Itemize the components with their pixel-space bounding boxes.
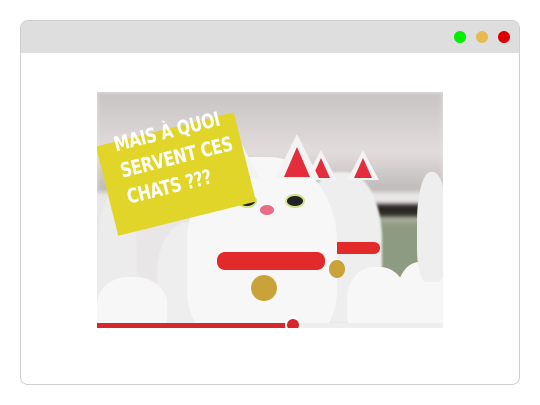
close-button[interactable]: [498, 31, 510, 43]
progress-bar[interactable]: [97, 317, 443, 328]
minimize-button[interactable]: [476, 31, 488, 43]
maximize-button[interactable]: [454, 31, 466, 43]
title-bar: [21, 21, 519, 53]
video-player[interactable]: MAIS À QUOI SERVENT CES CHATS ???: [97, 92, 443, 328]
progress-fill: [97, 323, 293, 328]
progress-handle[interactable]: [284, 317, 301, 328]
browser-window: MAIS À QUOI SERVENT CES CHATS ???: [20, 20, 520, 385]
